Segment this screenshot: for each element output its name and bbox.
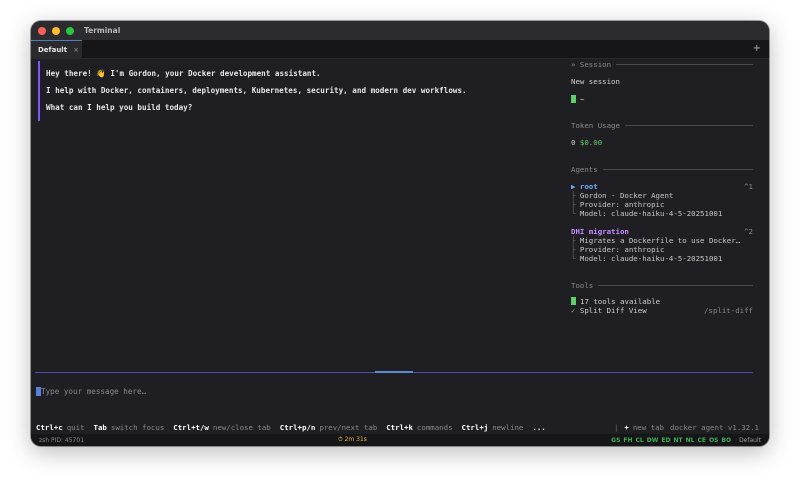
- session-section: » Session New session ~: [571, 59, 753, 104]
- version-label: docker agent v1.32.1: [670, 422, 759, 432]
- mode-indicator: ED: [661, 436, 671, 444]
- help-desc: switch focus: [110, 422, 165, 432]
- check-icon: ✓: [571, 306, 576, 315]
- token-usage-title: Token Usage: [571, 120, 620, 130]
- tools-title: Tools: [571, 280, 594, 290]
- sidebar: » Session New session ~ Token Usage 0 $0…: [571, 59, 753, 315]
- mode-indicator: GS: [611, 436, 621, 444]
- tab-bar: Default × +: [31, 40, 769, 59]
- section-divider: [602, 168, 753, 170]
- mode-indicator: FH: [623, 436, 633, 444]
- close-window-button[interactable]: [38, 26, 46, 35]
- session-name: New session: [571, 77, 620, 86]
- help-desc: newline: [492, 422, 524, 432]
- window-title: Terminal: [84, 26, 121, 35]
- agent-model: └ Model: claude-haiku-4-5-20251001: [571, 209, 723, 218]
- help-key: Ctrl+c: [36, 422, 63, 432]
- agents-title: Agents: [571, 164, 598, 174]
- token-count: 0: [571, 138, 576, 147]
- message-line: I help with Docker, containers, deployme…: [46, 86, 467, 95]
- mode-indicator: BO: [721, 436, 732, 444]
- help-key: Ctrl+j: [461, 422, 489, 432]
- help-key: Tab: [93, 422, 107, 432]
- new-tab-icon[interactable]: +: [753, 43, 761, 54]
- token-cost: $0.00: [579, 138, 603, 147]
- status-block-icon: [571, 297, 576, 305]
- mode-indicator: NL: [685, 436, 695, 444]
- mode-indicator: DW: [646, 436, 659, 444]
- terminal-window: Terminal Default × + Hey there! 👋 I'm Go…: [31, 21, 769, 446]
- message-input-row: [36, 386, 341, 396]
- agent-item-root[interactable]: ▶ root ^1 ├ Gordon - Docker Agent ├ Prov…: [571, 182, 753, 218]
- section-divider: [624, 124, 753, 126]
- keybinding-help-bar: Ctrl+c quit Tab switch focus Ctrl+t/w new/c…: [36, 422, 759, 432]
- agent-shortcut: ^2: [744, 227, 753, 236]
- message-line: What can I help you build today?: [46, 103, 193, 112]
- new-tab-key: +: [624, 422, 629, 432]
- section-divider: [616, 63, 753, 65]
- split-diff-command: /split-diff: [704, 306, 753, 315]
- help-separator: |: [613, 422, 619, 432]
- assistant-message: Hey there! 👋 I'm Gordon, your Docker dev…: [38, 61, 558, 121]
- help-desc: quit: [66, 422, 85, 432]
- help-key: Ctrl+p/n: [279, 422, 316, 432]
- profile-name: Default: [739, 436, 761, 444]
- title-bar: Terminal: [31, 21, 769, 40]
- shell-info: zsh PID: 45701: [39, 436, 85, 444]
- agent-description: ├ Migrates a Dockerfile to use Docker…: [571, 236, 741, 245]
- close-tab-icon[interactable]: ×: [73, 46, 79, 54]
- tab-default[interactable]: Default ×: [31, 40, 82, 58]
- new-tab-desc: new tab: [632, 422, 664, 432]
- status-block-icon: [571, 95, 576, 103]
- help-key: Ctrl+k: [386, 422, 413, 432]
- mode-indicator: OS: [708, 436, 719, 444]
- token-usage-section: Token Usage 0 $0.00: [571, 120, 753, 147]
- status-bar: zsh PID: 45701 ⏱ 2m 31s GS FH CL DW ED N…: [31, 434, 769, 446]
- session-path: ~: [580, 95, 585, 104]
- tab-label: Default: [38, 45, 68, 54]
- split-diff-toggle[interactable]: ✓ Split Diff View /split-diff: [571, 306, 753, 315]
- mode-indicator: CE: [697, 436, 706, 444]
- token-usage-row: 0 $0.00: [571, 138, 753, 147]
- help-desc: new/close tab: [212, 422, 271, 432]
- more-shortcuts[interactable]: ...: [532, 423, 545, 432]
- mode-indicators: GS FH CL DW ED NT NL CE OS BO Default: [608, 437, 761, 444]
- agents-section: Agents ▶ root ^1 ├ Gordon - Docker Agent…: [571, 164, 753, 263]
- help-desc: prev/next tab: [319, 422, 378, 432]
- agent-provider: ├ Provider: anthropic: [571, 245, 665, 254]
- agent-name: DHI migration: [571, 227, 629, 236]
- agent-description: ├ Gordon - Docker Agent: [571, 191, 674, 200]
- help-key: Ctrl+t/w: [173, 422, 209, 432]
- agent-shortcut: ^1: [744, 182, 753, 191]
- resize-handle[interactable]: [375, 371, 413, 373]
- maximize-window-button[interactable]: [66, 26, 74, 35]
- minimize-window-button[interactable]: [52, 26, 60, 35]
- split-diff-label: Split Diff View: [579, 306, 647, 315]
- tools-available: 17 tools available: [580, 297, 661, 306]
- agent-provider: ├ Provider: anthropic: [571, 200, 665, 209]
- message-line: Hey there! 👋 I'm Gordon, your Docker dev…: [46, 69, 321, 78]
- help-desc: commands: [416, 422, 453, 432]
- mode-indicator: CL: [635, 436, 644, 444]
- agent-model: └ Model: claude-haiku-4-5-20251001: [571, 254, 723, 263]
- tools-available-row: 17 tools available: [571, 297, 753, 306]
- session-timer: ⏱ 2m 31s: [338, 436, 367, 443]
- session-title: » Session: [571, 59, 612, 69]
- session-path-row: ~: [571, 95, 753, 104]
- agent-item-dhi-migration[interactable]: DHI migration ^2 ├ Migrates a Dockerfile…: [571, 227, 753, 263]
- tools-section: Tools 17 tools available ✓ Split Diff Vi…: [571, 280, 753, 315]
- mode-indicator: NT: [673, 436, 683, 444]
- section-divider: [598, 284, 753, 286]
- agent-name: ▶ root: [571, 182, 598, 191]
- message-input[interactable]: [41, 386, 341, 396]
